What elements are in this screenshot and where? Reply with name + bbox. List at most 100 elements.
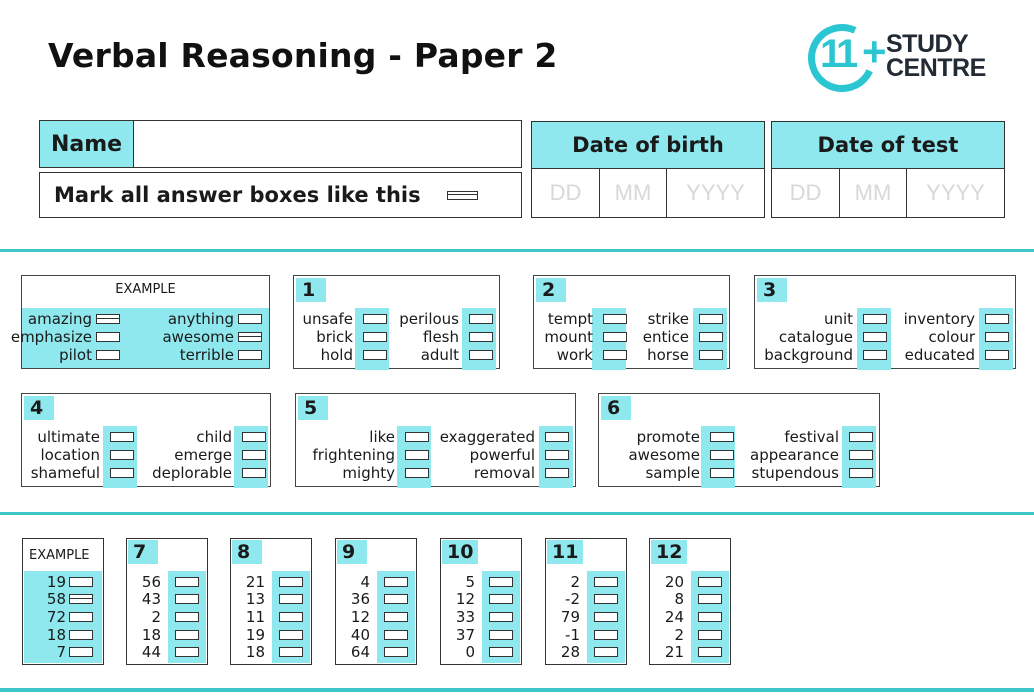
- answer-box[interactable]: [698, 647, 722, 658]
- answer-box[interactable]: [384, 576, 408, 587]
- answer-box[interactable]: [469, 332, 493, 342]
- answer-box[interactable]: [279, 594, 303, 605]
- word-option: adult: [399, 346, 493, 364]
- answer-box[interactable]: [175, 611, 199, 622]
- answer-box[interactable]: [279, 611, 303, 622]
- answer-box[interactable]: [698, 594, 722, 605]
- option-label: 56: [141, 572, 161, 591]
- answer-box[interactable]: [110, 432, 134, 442]
- answer-box[interactable]: [175, 576, 199, 587]
- answer-box[interactable]: [110, 450, 134, 460]
- answer-box[interactable]: [489, 576, 513, 587]
- answer-box[interactable]: [175, 594, 199, 605]
- answer-box[interactable]: [985, 314, 1009, 324]
- dob-month-field[interactable]: MM: [600, 169, 667, 217]
- answer-box[interactable]: [405, 468, 429, 478]
- answer-box[interactable]: [242, 450, 266, 460]
- option-label: brick: [316, 328, 353, 346]
- answer-box[interactable]: [985, 332, 1009, 342]
- answer-box[interactable]: [603, 332, 627, 342]
- answer-box[interactable]: [594, 647, 618, 658]
- answer-box[interactable]: [699, 332, 723, 342]
- answer-box[interactable]: [489, 611, 513, 622]
- answer-box[interactable]: [363, 314, 387, 324]
- answer-box[interactable]: [863, 314, 887, 324]
- word-option: tempt: [544, 310, 627, 328]
- option-label: 79: [560, 607, 580, 626]
- answer-box[interactable]: [710, 450, 734, 460]
- answer-box[interactable]: [489, 629, 513, 640]
- example-number-question: EXAMPLE 19 58 72 18 7: [22, 538, 104, 665]
- number-option: -2: [561, 590, 618, 608]
- answer-box[interactable]: [279, 629, 303, 640]
- number-option: 56: [142, 573, 199, 591]
- option-label: hold: [320, 346, 353, 364]
- option-label: 21: [664, 643, 684, 662]
- answer-box[interactable]: [242, 432, 266, 442]
- answer-box[interactable]: [594, 611, 618, 622]
- name-label: Name: [40, 121, 134, 167]
- option-label: 12: [455, 590, 475, 609]
- answer-box[interactable]: [405, 432, 429, 442]
- example-column-left: amazing emphasize pilot: [11, 310, 120, 364]
- answer-box[interactable]: [545, 432, 569, 442]
- name-input[interactable]: [134, 121, 521, 167]
- answer-box[interactable]: [594, 594, 618, 605]
- answer-box[interactable]: [699, 350, 723, 360]
- question-number: 1: [296, 278, 326, 302]
- answer-box[interactable]: [279, 647, 303, 658]
- dob-day-field[interactable]: DD: [532, 169, 600, 217]
- answer-box[interactable]: [710, 468, 734, 478]
- answer-box[interactable]: [849, 468, 873, 478]
- answer-box[interactable]: [363, 350, 387, 360]
- example-option: amazing: [11, 310, 120, 328]
- question-number: 2: [536, 278, 566, 302]
- answer-box[interactable]: [405, 450, 429, 460]
- answer-box: [96, 350, 120, 360]
- question-number: 8: [232, 540, 262, 564]
- dot-day-field[interactable]: DD: [772, 169, 840, 217]
- answer-box[interactable]: [175, 647, 199, 658]
- answer-box[interactable]: [594, 629, 618, 640]
- answer-box[interactable]: [469, 350, 493, 360]
- answer-box[interactable]: [594, 576, 618, 587]
- answer-box[interactable]: [279, 576, 303, 587]
- answer-box[interactable]: [469, 314, 493, 324]
- word-option: shameful: [31, 464, 134, 482]
- word-option: brick: [302, 328, 387, 346]
- option-label: 0: [465, 643, 475, 662]
- answer-box[interactable]: [603, 350, 627, 360]
- answer-box[interactable]: [384, 629, 408, 640]
- answer-box[interactable]: [384, 647, 408, 658]
- dob-year-field[interactable]: YYYY: [667, 169, 764, 217]
- answer-box[interactable]: [545, 468, 569, 478]
- answer-box[interactable]: [489, 647, 513, 658]
- answer-box[interactable]: [489, 594, 513, 605]
- answer-box[interactable]: [849, 432, 873, 442]
- answer-box[interactable]: [384, 611, 408, 622]
- word-option: stupendous: [750, 464, 873, 482]
- number-option: 5: [456, 573, 513, 591]
- dot-year-field[interactable]: YYYY: [907, 169, 1004, 217]
- dot-month-field[interactable]: MM: [840, 169, 907, 217]
- option-label: 72: [46, 607, 66, 626]
- option-label: 19: [245, 625, 265, 644]
- answer-box[interactable]: [363, 332, 387, 342]
- answer-box[interactable]: [863, 332, 887, 342]
- answer-box[interactable]: [698, 629, 722, 640]
- answer-box[interactable]: [710, 432, 734, 442]
- answer-box[interactable]: [698, 611, 722, 622]
- answer-box[interactable]: [110, 468, 134, 478]
- word-option: emerge: [152, 446, 266, 464]
- answer-box[interactable]: [603, 314, 627, 324]
- answer-box[interactable]: [384, 594, 408, 605]
- logo-wordmark: STUDY CENTRE: [886, 32, 986, 81]
- answer-box[interactable]: [242, 468, 266, 478]
- answer-box[interactable]: [698, 576, 722, 587]
- answer-box[interactable]: [863, 350, 887, 360]
- answer-box[interactable]: [175, 629, 199, 640]
- answer-box[interactable]: [985, 350, 1009, 360]
- answer-box[interactable]: [699, 314, 723, 324]
- answer-box[interactable]: [849, 450, 873, 460]
- answer-box[interactable]: [545, 450, 569, 460]
